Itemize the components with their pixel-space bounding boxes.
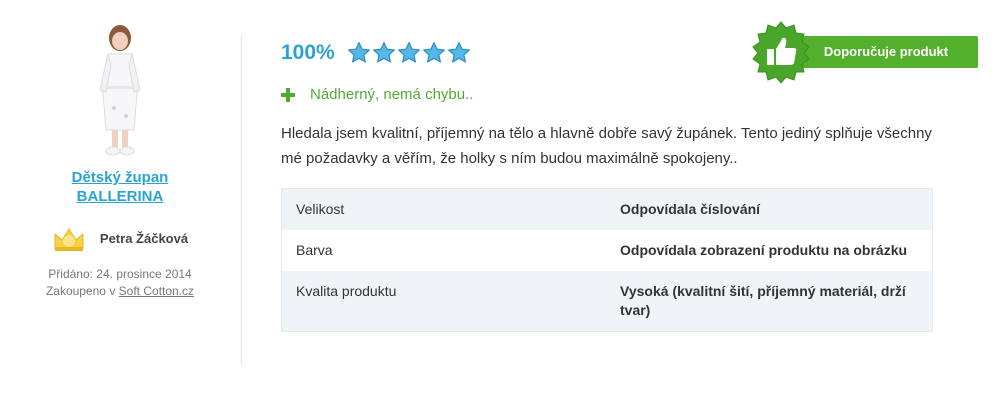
table-row: Barva Odpovídala zobrazení produktu na o… (282, 230, 933, 271)
star-icon (347, 42, 370, 63)
param-label: Kvalita produktu (281, 271, 606, 332)
table-row: Kvalita produktu Vysoká (kvalitní šití, … (281, 271, 933, 332)
pros-row: Nádherný, nemá chybu.. (281, 86, 933, 103)
reviewer: Petra Žáčková (20, 224, 220, 252)
purchased-prefix: Zakoupeno v (45, 284, 116, 298)
parameters-table: Velikost Odpovídala číslování Barva Odpo… (281, 188, 933, 332)
star-icon (447, 42, 470, 63)
param-label: Barva (296, 242, 333, 258)
review-main: 100% Nádherný, nemá chybu.. Hledala jsem… (281, 38, 933, 332)
product-link[interactable]: Dětský župan BALLERINA (20, 168, 220, 206)
rating-percent: 100% (281, 41, 335, 64)
param-value: Vysoká (kvalitní šití, příjemný materiál… (606, 271, 933, 332)
column-divider (241, 35, 242, 365)
table-row: Velikost Odpovídala číslování (281, 188, 933, 230)
review-text: Hledala jsem kvalitní, příjemný na tělo … (281, 125, 932, 167)
review-meta: Přidáno: 24. prosince 2014 Zakoupeno v S… (20, 266, 220, 300)
star-icon (422, 42, 445, 63)
review-sidebar: Dětský župan BALLERINA Petra Žáčková Při… (20, 20, 220, 300)
added-date: Přidáno: 24. prosince 2014 (48, 267, 192, 281)
rating-stars (347, 41, 471, 65)
reviewer-name: Petra Žáčková (99, 230, 189, 246)
plus-icon (281, 87, 295, 102)
purchased-line: Zakoupeno v Soft Cotton.cz (20, 283, 220, 300)
thumbs-up-icon (752, 21, 810, 84)
shop-link[interactable]: Soft Cotton.cz (119, 284, 194, 298)
param-label: Velikost (281, 188, 606, 230)
star-icon (397, 42, 420, 63)
pros-text: Nádherný, nemá chybu.. (310, 86, 474, 103)
product-image[interactable] (80, 20, 160, 160)
crown-avatar-icon (54, 228, 84, 251)
param-value: Odpovídala číslování (606, 188, 933, 230)
param-value: Odpovídala zobrazení produktu na obrázku (620, 242, 908, 258)
star-icon (372, 42, 395, 63)
